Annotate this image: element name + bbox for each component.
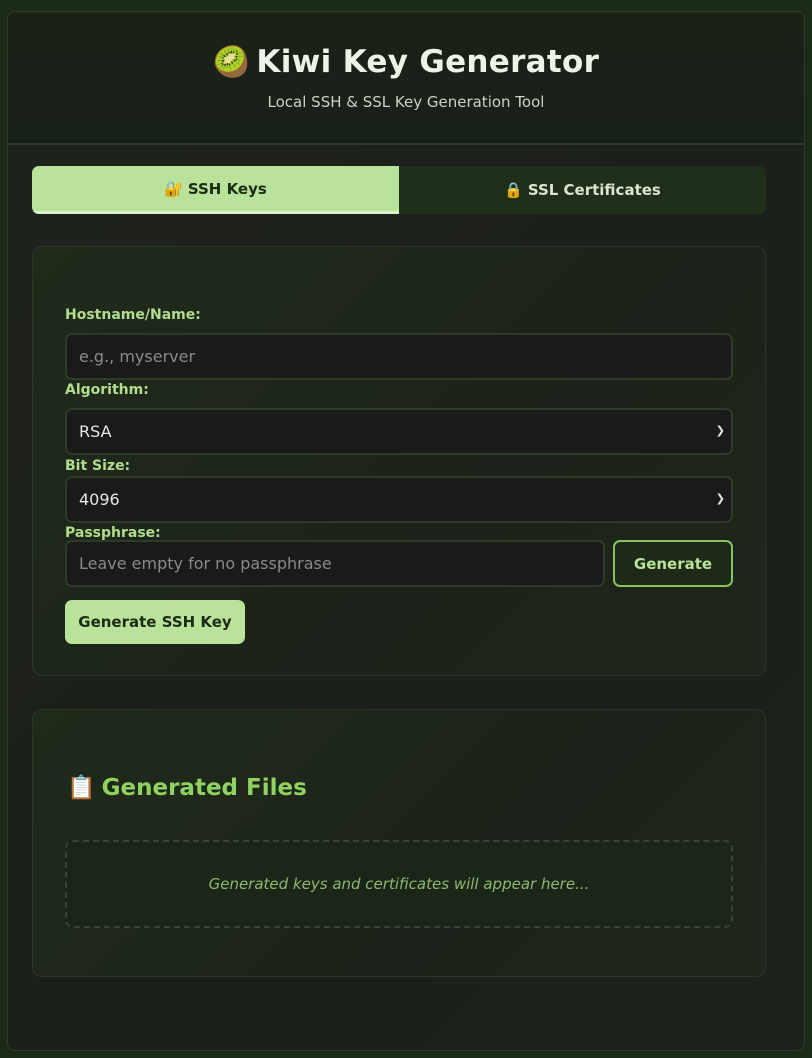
generate-passphrase-button[interactable]: Generate xyxy=(613,540,733,587)
tab-label: SSL Certificates xyxy=(527,181,661,199)
chevron-down-icon: ❯ xyxy=(715,424,725,437)
bit-size-label: Bit Size: xyxy=(65,458,131,474)
hostname-label: Hostname/Name: xyxy=(65,307,201,323)
generated-files-panel: 📋 Generated Files Generated keys and cert… xyxy=(32,709,766,977)
algorithm-label: Algorithm: xyxy=(65,382,149,398)
passphrase-input[interactable] xyxy=(65,540,605,587)
ssh-key-form: Hostname/Name: Algorithm: RSA ❯ Bit Size… xyxy=(32,246,766,676)
clipboard-icon: 📋 xyxy=(67,775,96,801)
page-title-text: Kiwi Key Generator xyxy=(256,44,600,80)
lock-icon: 🔒 xyxy=(504,181,523,199)
algorithm-selected-value: RSA xyxy=(79,422,112,441)
tab-bar: 🔐 SSH Keys 🔒 SSL Certificates xyxy=(32,166,766,214)
generated-files-title: 📋 Generated Files xyxy=(67,774,307,801)
empty-state: Generated keys and certificates will app… xyxy=(65,840,733,928)
bit-size-select[interactable]: 4096 ❯ xyxy=(65,476,733,523)
kiwi-icon: 🥝 xyxy=(212,45,251,80)
passphrase-label: Passphrase: xyxy=(65,525,161,541)
page-subtitle: Local SSH & SSL Key Generation Tool xyxy=(267,93,545,111)
bit-size-selected-value: 4096 xyxy=(79,490,120,509)
page-title: 🥝 Kiwi Key Generator xyxy=(8,44,804,80)
generate-ssh-key-button[interactable]: Generate SSH Key xyxy=(65,600,245,644)
header: 🥝 Kiwi Key Generator Local SSH & SSL Key … xyxy=(8,12,804,145)
lock-with-key-icon: 🔐 xyxy=(164,179,183,198)
generated-files-title-text: Generated Files xyxy=(101,775,307,801)
hostname-input[interactable] xyxy=(65,333,733,380)
chevron-down-icon: ❯ xyxy=(715,492,725,505)
tab-label: SSH Keys xyxy=(187,179,267,198)
algorithm-select[interactable]: RSA ❯ xyxy=(65,408,733,455)
tab-ssl-certificates[interactable]: 🔒 SSL Certificates xyxy=(399,166,766,214)
tab-ssh-keys[interactable]: 🔐 SSH Keys xyxy=(32,166,399,214)
